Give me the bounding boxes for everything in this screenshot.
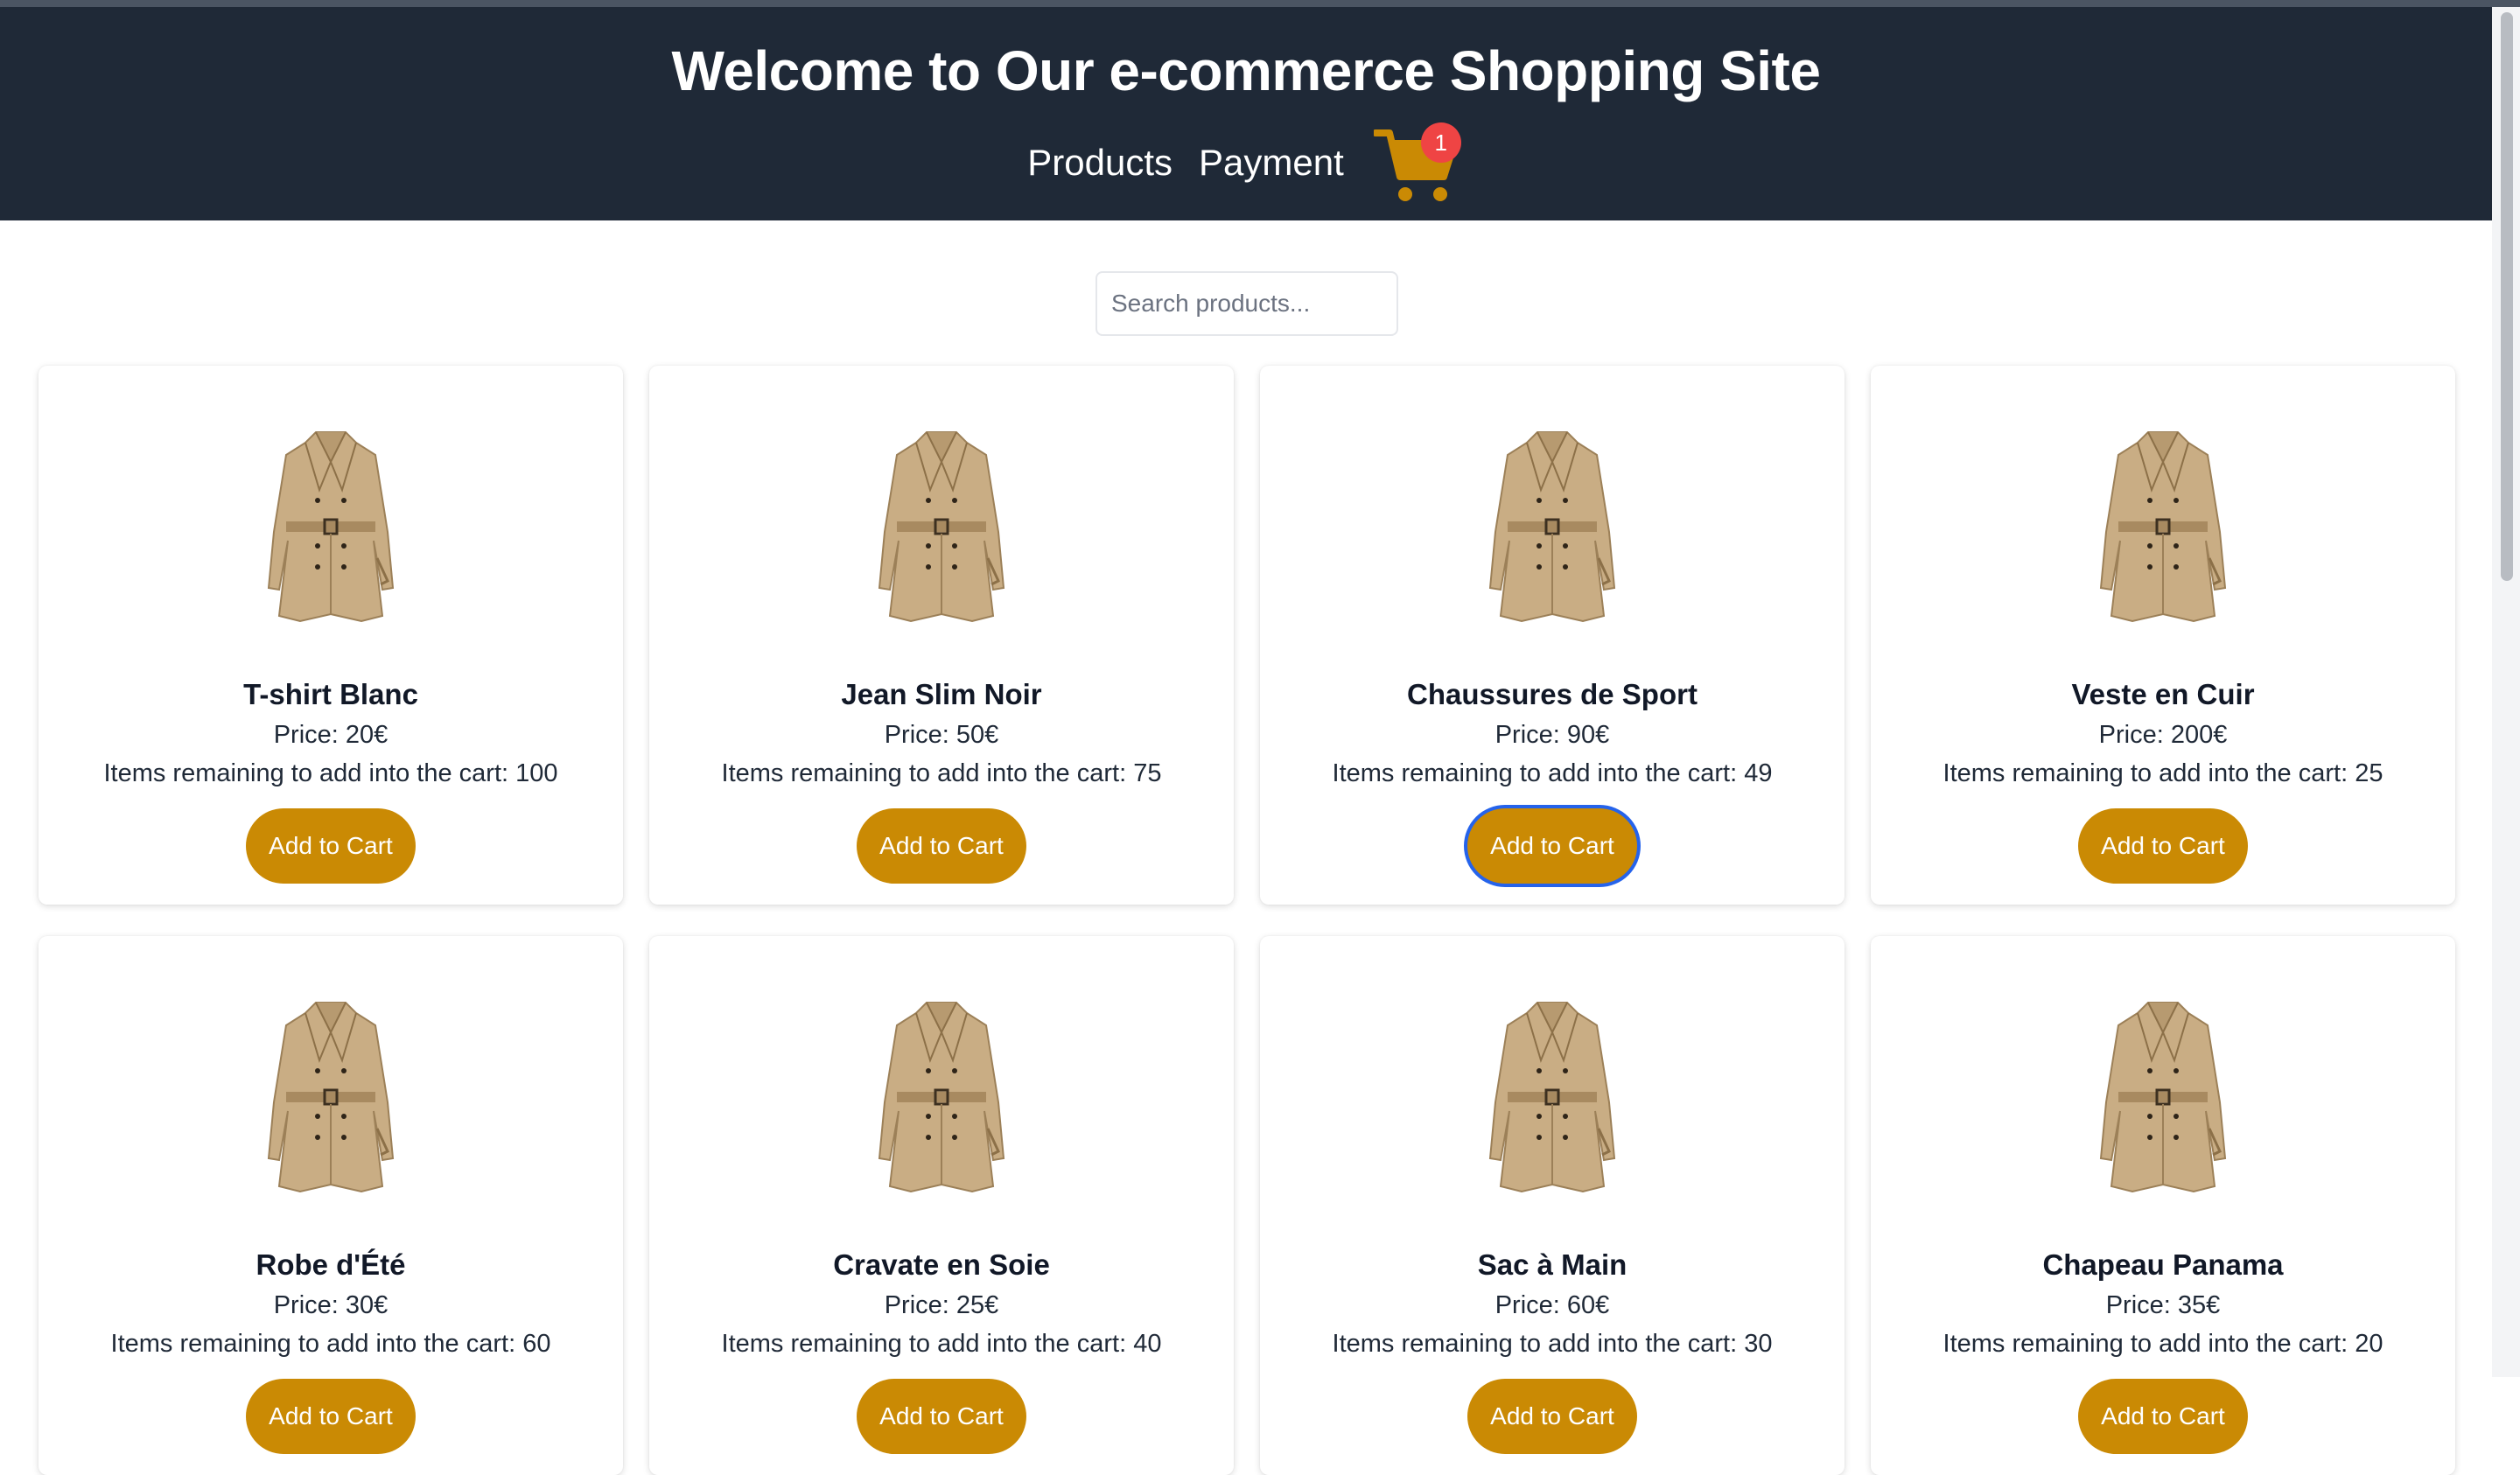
trench-coat-image bbox=[878, 1002, 1005, 1193]
product-image bbox=[649, 997, 1234, 1195]
product-image bbox=[1871, 997, 2455, 1195]
product-stock: Items remaining to add into the cart: 30 bbox=[1332, 1330, 1773, 1358]
product-card: Veste en Cuir Price: 200€ Items remainin… bbox=[1871, 366, 2455, 905]
product-stock: Items remaining to add into the cart: 60 bbox=[110, 1330, 551, 1358]
nav-link-payment[interactable]: Payment bbox=[1199, 138, 1344, 187]
product-price: Price: 200€ bbox=[2098, 721, 2228, 749]
main-nav: Products Payment 1 bbox=[0, 119, 2492, 206]
product-stock: Items remaining to add into the cart: 75 bbox=[721, 759, 1162, 787]
product-stock: Items remaining to add into the cart: 25 bbox=[1942, 759, 2384, 787]
product-price: Price: 50€ bbox=[884, 721, 999, 749]
trench-coat-image bbox=[1488, 431, 1616, 623]
trench-coat-image bbox=[267, 431, 395, 623]
add-to-cart-button[interactable]: Add to Cart bbox=[246, 808, 416, 884]
product-name: Chapeau Panama bbox=[2042, 1248, 2284, 1281]
add-to-cart-button[interactable]: Add to Cart bbox=[857, 1379, 1026, 1454]
trench-coat-image bbox=[878, 431, 1005, 623]
product-stock: Items remaining to add into the cart: 40 bbox=[721, 1330, 1162, 1358]
cart-button[interactable]: 1 bbox=[1373, 121, 1465, 205]
product-price: Price: 25€ bbox=[884, 1291, 999, 1319]
product-name: T-shirt Blanc bbox=[243, 678, 418, 710]
add-to-cart-button[interactable]: Add to Cart bbox=[1467, 808, 1637, 884]
product-card: T-shirt Blanc Price: 20€ Items remaining… bbox=[38, 366, 623, 905]
product-name: Cravate en Soie bbox=[833, 1248, 1050, 1281]
product-name: Jean Slim Noir bbox=[841, 678, 1042, 710]
window-top-border bbox=[0, 0, 2520, 7]
product-price: Price: 60€ bbox=[1494, 1291, 1610, 1319]
trench-coat-image bbox=[1488, 1002, 1616, 1193]
product-card: Jean Slim Noir Price: 50€ Items remainin… bbox=[649, 366, 1234, 905]
product-stock: Items remaining to add into the cart: 10… bbox=[103, 759, 558, 787]
scrollbar-thumb[interactable] bbox=[2501, 12, 2513, 581]
product-price: Price: 20€ bbox=[273, 721, 388, 749]
product-name: Sac à Main bbox=[1477, 1248, 1628, 1281]
product-price: Price: 30€ bbox=[273, 1291, 388, 1319]
nav-link-products[interactable]: Products bbox=[1027, 138, 1172, 187]
product-price: Price: 35€ bbox=[2105, 1291, 2221, 1319]
trench-coat-image bbox=[2099, 431, 2227, 623]
product-grid: T-shirt Blanc Price: 20€ Items remaining… bbox=[38, 366, 2457, 1475]
product-card: Sac à Main Price: 60€ Items remaining to… bbox=[1260, 936, 1844, 1475]
add-to-cart-button[interactable]: Add to Cart bbox=[1467, 1379, 1637, 1454]
product-image bbox=[38, 997, 623, 1195]
product-card: Robe d'Été Price: 30€ Items remaining to… bbox=[38, 936, 623, 1475]
product-stock: Items remaining to add into the cart: 20 bbox=[1942, 1330, 2384, 1358]
product-image bbox=[649, 427, 1234, 625]
product-name: Robe d'Été bbox=[256, 1248, 406, 1281]
cart-count-badge: 1 bbox=[1420, 122, 1461, 163]
page-title: Welcome to Our e-commerce Shopping Site bbox=[671, 39, 1821, 102]
product-price: Price: 90€ bbox=[1494, 721, 1610, 749]
product-image bbox=[1871, 427, 2455, 625]
product-card: Chaussures de Sport Price: 90€ Items rem… bbox=[1260, 366, 1844, 905]
product-stock: Items remaining to add into the cart: 49 bbox=[1332, 759, 1773, 787]
product-image bbox=[38, 427, 623, 625]
add-to-cart-button[interactable]: Add to Cart bbox=[246, 1379, 416, 1454]
add-to-cart-button[interactable]: Add to Cart bbox=[2078, 808, 2248, 884]
product-name: Veste en Cuir bbox=[2071, 678, 2255, 710]
add-to-cart-button[interactable]: Add to Cart bbox=[2078, 1379, 2248, 1454]
add-to-cart-button[interactable]: Add to Cart bbox=[857, 808, 1026, 884]
site-header: Welcome to Our e-commerce Shopping Site … bbox=[0, 7, 2492, 220]
product-card: Chapeau Panama Price: 35€ Items remainin… bbox=[1871, 936, 2455, 1475]
trench-coat-image bbox=[2099, 1002, 2227, 1193]
product-card: Cravate en Soie Price: 25€ Items remaini… bbox=[649, 936, 1234, 1475]
product-image bbox=[1260, 997, 1844, 1195]
product-image bbox=[1260, 427, 1844, 625]
trench-coat-image bbox=[267, 1002, 395, 1193]
search-input[interactable] bbox=[1096, 271, 1398, 336]
product-name: Chaussures de Sport bbox=[1407, 678, 1698, 710]
